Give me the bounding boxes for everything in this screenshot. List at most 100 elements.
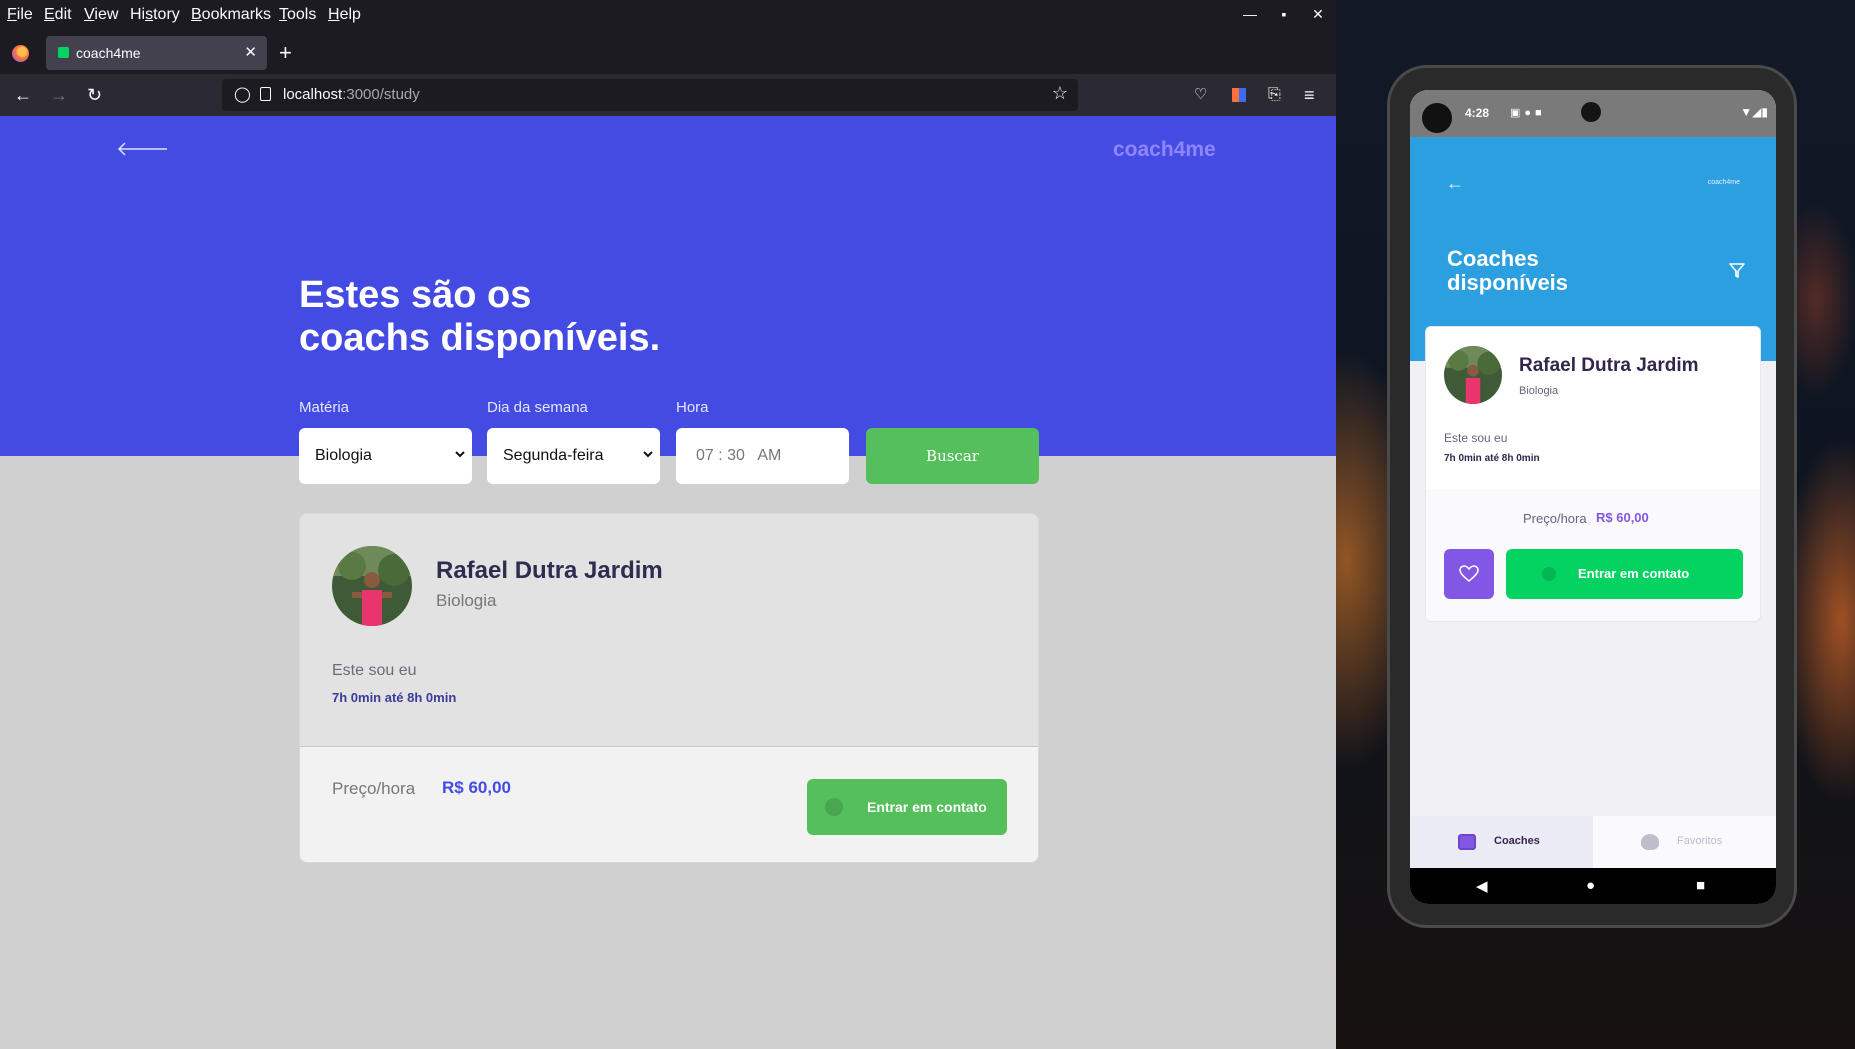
forward-icon[interactable]: →: [50, 85, 68, 105]
page-icon: [260, 87, 271, 101]
tab-coaches[interactable]: Coaches: [1410, 816, 1593, 868]
web-page: coach4me Estes são os coachs disponíveis…: [0, 116, 1336, 1049]
bookmark-star-icon[interactable]: ☆: [1052, 83, 1068, 104]
extension-icon[interactable]: [1232, 88, 1246, 102]
time-label: Hora: [676, 399, 709, 416]
back-arrow-icon[interactable]: ←: [1446, 173, 1464, 194]
avatar: [332, 546, 412, 626]
menu-help[interactable]: Help: [328, 6, 361, 24]
camera-hole: [1422, 103, 1452, 133]
menu-file[interactable]: File: [7, 6, 33, 24]
coach-card-footer: Preço/hora R$ 60,00 Entrar em contato: [300, 747, 1038, 862]
maximize-icon[interactable]: ▪: [1274, 6, 1294, 26]
mobile-card-footer: Preço/hora R$ 60,00 Entrar em contato: [1426, 489, 1760, 621]
browser-window: File Edit View History Bookmarks Tools H…: [0, 0, 1336, 1049]
nav-back-icon[interactable]: ◀: [1476, 877, 1488, 895]
page-title-line1: Estes são os: [299, 274, 532, 316]
weekday-select[interactable]: Segunda-feira: [487, 428, 660, 484]
subject-label: Matéria: [299, 399, 350, 416]
heart-icon: [1641, 834, 1659, 850]
mobile-coach-card: Rafael Dutra Jardim Biologia Este sou eu…: [1425, 326, 1761, 622]
coach-name: Rafael Dutra Jardim: [1519, 355, 1699, 376]
menu-edit[interactable]: Edit: [44, 6, 72, 24]
contact-button[interactable]: Entrar em contato: [807, 779, 1007, 835]
minimize-icon[interactable]: —: [1240, 6, 1260, 26]
notification-icons: ▣●■: [1510, 107, 1546, 119]
reload-icon[interactable]: ↻: [87, 85, 102, 105]
price-label: Preço/hora: [1523, 511, 1587, 526]
tab-coach4me[interactable]: coach4me ✕: [46, 36, 267, 70]
filter-icon[interactable]: [1728, 261, 1746, 279]
avatar: [1444, 346, 1502, 404]
price-value: R$ 60,00: [1596, 510, 1649, 525]
desktop-wallpaper: 4:28 ▣●■ ▼◢▮ ← coach4me Coaches disponív…: [1336, 0, 1855, 1049]
tab-favorites-label: Favoritos: [1677, 835, 1723, 847]
hamburger-menu-icon[interactable]: ≡: [1304, 85, 1315, 105]
time-input-value: 07 : 30 AM: [696, 447, 782, 464]
brand-logo: coach4me: [1113, 138, 1216, 161]
menu-history[interactable]: History: [130, 6, 180, 24]
close-tab-icon[interactable]: ✕: [244, 43, 257, 61]
firefox-logo-icon[interactable]: [12, 45, 29, 62]
mobile-title-line2: disponíveis: [1447, 270, 1569, 295]
subject-select-value: Biologia: [315, 447, 372, 464]
shield-icon[interactable]: ◯: [234, 85, 251, 103]
page-title-line2: coachs disponíveis.: [299, 317, 661, 359]
chevron-down-icon: [455, 451, 465, 458]
page-title: Estes são os coachs disponíveis.: [299, 274, 660, 360]
weekday-select-value: Segunda-feira: [503, 447, 604, 464]
nav-recents-icon[interactable]: ■: [1696, 877, 1705, 894]
contact-button[interactable]: Entrar em contato: [1506, 549, 1743, 599]
coach-bio: Este sou eu: [1444, 431, 1508, 445]
phone-screen: 4:28 ▣●■ ▼◢▮ ← coach4me Coaches disponív…: [1410, 90, 1776, 904]
menu-bookmarks[interactable]: Bookmarks: [191, 6, 271, 24]
navigation-toolbar: ← → ↻ ◯ localhost:3000/study ☆ ♡ ⎘ ≡: [0, 74, 1336, 116]
hero-section: coach4me Estes são os coachs disponíveis…: [0, 116, 1336, 456]
favorite-button[interactable]: [1444, 549, 1494, 599]
mobile-brand: coach4me: [1707, 179, 1740, 186]
pocket-icon[interactable]: ♡: [1194, 85, 1207, 105]
coach-schedule: 7h 0min até 8h 0min: [332, 690, 457, 705]
bottom-tab-bar: Coaches Favoritos: [1410, 816, 1776, 868]
menu-tools[interactable]: Tools: [279, 6, 316, 24]
search-button[interactable]: Buscar: [866, 428, 1039, 484]
contact-button-label: Entrar em contato: [1578, 566, 1690, 581]
puzzle-icon[interactable]: ⎘: [1268, 85, 1281, 105]
tab-coaches-label: Coaches: [1494, 835, 1540, 847]
back-icon[interactable]: ←: [14, 85, 32, 105]
url-text[interactable]: localhost:3000/study: [283, 86, 420, 103]
coach-bio: Este sou eu: [332, 662, 417, 679]
coach-name: Rafael Dutra Jardim: [436, 557, 663, 584]
time-input[interactable]: 07 : 30 AM: [676, 428, 849, 484]
back-arrow-icon[interactable]: [118, 142, 168, 156]
favicon-icon: [58, 47, 69, 58]
close-window-icon[interactable]: ✕: [1308, 6, 1328, 26]
mobile-title-line1: Coaches: [1447, 246, 1539, 271]
heart-icon: [1459, 565, 1479, 583]
tab-favorites[interactable]: Favoritos: [1593, 816, 1776, 868]
android-emulator: 4:28 ▣●■ ▼◢▮ ← coach4me Coaches disponív…: [1387, 65, 1797, 928]
coach-subject: Biologia: [1519, 385, 1559, 397]
menu-view[interactable]: View: [84, 6, 118, 24]
signal-battery-icon: ▼◢▮: [1740, 105, 1768, 119]
android-nav-bar: ◀ ● ■: [1410, 868, 1776, 904]
status-bar: 4:28 ▣●■ ▼◢▮: [1410, 90, 1776, 137]
price-value: R$ 60,00: [442, 778, 511, 797]
price-label: Preço/hora: [332, 779, 416, 798]
nav-home-icon[interactable]: ●: [1586, 877, 1595, 894]
weekday-label: Dia da semana: [487, 399, 588, 416]
status-time: 4:28: [1465, 106, 1490, 120]
contact-button-label: Entrar em contato: [867, 799, 987, 815]
new-tab-icon[interactable]: +: [279, 40, 292, 66]
whatsapp-icon: [1542, 567, 1556, 581]
whatsapp-icon: [825, 798, 843, 816]
tv-icon: [1458, 834, 1476, 850]
coach-subject: Biologia: [436, 591, 497, 610]
subject-select[interactable]: Biologia: [299, 428, 472, 484]
tab-title: coach4me: [76, 45, 141, 61]
front-camera-icon: [1581, 102, 1601, 122]
menu-bar: File Edit View History Bookmarks Tools H…: [0, 0, 1336, 32]
address-bar[interactable]: ◯ localhost:3000/study ☆: [222, 79, 1078, 111]
mobile-title: Coaches disponíveis: [1447, 247, 1568, 295]
coach-card: Rafael Dutra Jardim Biologia Este sou eu…: [299, 513, 1039, 863]
